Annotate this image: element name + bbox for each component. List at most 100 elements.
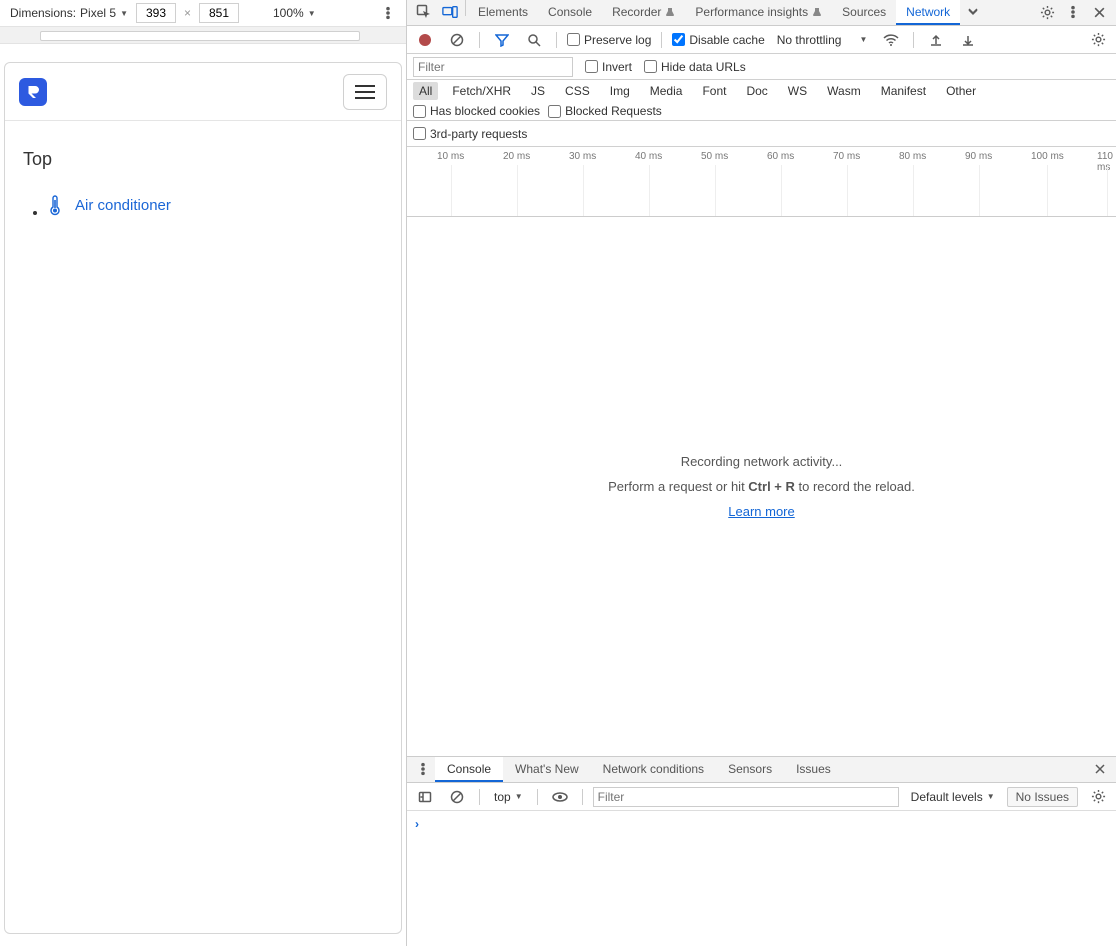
drawer-tab-console[interactable]: Console [435, 757, 503, 782]
toggle-device-icon[interactable] [437, 0, 463, 24]
divider [556, 32, 557, 48]
console-prompt-icon: › [415, 817, 419, 831]
network-timeline[interactable]: 10 ms20 ms30 ms40 ms50 ms60 ms70 ms80 ms… [407, 147, 1116, 217]
console-settings-gear-icon[interactable] [1086, 785, 1110, 809]
type-manifest[interactable]: Manifest [875, 82, 932, 100]
network-settings-gear-icon[interactable] [1086, 28, 1110, 52]
divider [479, 789, 480, 805]
log-levels-selector[interactable]: Default levels▼ [907, 788, 999, 806]
air-conditioner-link[interactable]: Air conditioner [47, 194, 171, 216]
drawer-tab-issues[interactable]: Issues [784, 757, 843, 782]
chevron-down-icon: ▼ [987, 792, 995, 801]
thermometer-icon [47, 194, 63, 216]
type-ws[interactable]: WS [782, 82, 813, 100]
timeline-tick: 80 ms [899, 151, 926, 162]
clear-console-icon[interactable] [445, 785, 469, 809]
network-filter-input[interactable] [413, 57, 573, 77]
divider [465, 0, 466, 16]
live-expression-icon[interactable] [548, 785, 572, 809]
devtools-drawer: Console What's New Network conditions Se… [407, 756, 1116, 946]
device-list: Air conditioner [21, 194, 385, 219]
drawer-tab-whats-new[interactable]: What's New [503, 757, 591, 782]
divider [479, 32, 480, 48]
type-img[interactable]: Img [604, 82, 636, 100]
drawer-tab-sensors[interactable]: Sensors [716, 757, 784, 782]
kebab-menu-icon[interactable] [1060, 0, 1086, 24]
type-media[interactable]: Media [644, 82, 689, 100]
type-font[interactable]: Font [696, 82, 732, 100]
timeline-tick: 60 ms [767, 151, 794, 162]
disable-cache-checkbox[interactable]: Disable cache [672, 33, 764, 47]
height-input[interactable] [199, 3, 239, 23]
tab-performance-insights[interactable]: Performance insights [685, 0, 832, 25]
console-sidebar-toggle-icon[interactable] [413, 785, 437, 809]
device-ruler[interactable] [0, 26, 406, 44]
network-conditions-icon[interactable] [879, 28, 903, 52]
type-other[interactable]: Other [940, 82, 982, 100]
app-logo-icon[interactable] [19, 78, 47, 106]
tab-network[interactable]: Network [896, 0, 960, 25]
more-tabs-icon[interactable] [960, 0, 986, 24]
width-input[interactable] [136, 3, 176, 23]
close-devtools-icon[interactable] [1086, 0, 1112, 24]
inspect-element-icon[interactable] [411, 0, 437, 24]
device-toolbar: Dimensions: Pixel 5 ▼ × 100% ▼ [0, 0, 406, 26]
tab-recorder[interactable]: Recorder [602, 0, 685, 25]
app-navbar [5, 63, 401, 121]
console-toolbar: top▼ Default levels▼ No Issues [407, 783, 1116, 811]
device-selector[interactable]: Dimensions: Pixel 5 ▼ [6, 4, 132, 22]
drawer-tab-network-conditions[interactable]: Network conditions [591, 757, 716, 782]
tab-elements[interactable]: Elements [468, 0, 538, 25]
console-filter-input[interactable] [593, 787, 899, 807]
throttling-selector[interactable]: No throttling▼ [773, 31, 872, 49]
hamburger-menu-button[interactable] [343, 74, 387, 110]
learn-more-link[interactable]: Learn more [728, 504, 794, 519]
preserve-log-checkbox[interactable]: Preserve log [567, 33, 651, 47]
tab-console[interactable]: Console [538, 0, 602, 25]
type-doc[interactable]: Doc [740, 82, 773, 100]
type-fetch-xhr[interactable]: Fetch/XHR [446, 82, 517, 100]
filter-toggle-icon[interactable] [490, 28, 514, 52]
kebab-menu-icon[interactable] [376, 1, 400, 25]
clear-icon[interactable] [445, 28, 469, 52]
third-party-checkbox[interactable]: 3rd-party requests [413, 127, 527, 141]
import-har-icon[interactable] [924, 28, 948, 52]
search-icon[interactable] [522, 28, 546, 52]
record-button[interactable] [413, 28, 437, 52]
settings-gear-icon[interactable] [1034, 0, 1060, 24]
type-css[interactable]: CSS [559, 82, 596, 100]
timeline-tick: 20 ms [503, 151, 530, 162]
times-label: × [184, 6, 191, 20]
zoom-selector[interactable]: 100% ▼ [269, 4, 320, 22]
chevron-down-icon: ▼ [515, 792, 523, 801]
drawer-tabbar: Console What's New Network conditions Se… [407, 757, 1116, 783]
export-har-icon[interactable] [956, 28, 980, 52]
device-emulation-pane: Dimensions: Pixel 5 ▼ × 100% ▼ [0, 0, 407, 946]
type-js[interactable]: JS [525, 82, 551, 100]
list-item: Air conditioner [47, 194, 385, 219]
network-filter-row: Invert Hide data URLs [407, 54, 1116, 80]
divider [913, 32, 914, 48]
console-body[interactable]: › [407, 811, 1116, 946]
hide-data-urls-checkbox[interactable]: Hide data URLs [644, 60, 746, 74]
divider [582, 789, 583, 805]
third-party-row: 3rd-party requests [407, 121, 1116, 147]
chevron-down-icon: ▼ [859, 35, 867, 44]
close-drawer-icon[interactable] [1088, 757, 1112, 781]
drawer-kebab-icon[interactable] [411, 757, 435, 781]
type-all[interactable]: All [413, 82, 438, 100]
type-wasm[interactable]: Wasm [821, 82, 867, 100]
timeline-tick: 40 ms [635, 151, 662, 162]
timeline-tick: 10 ms [437, 151, 464, 162]
context-selector[interactable]: top▼ [490, 788, 527, 806]
device-name: Pixel 5 [80, 6, 116, 20]
devtools-pane: Elements Console Recorder Performance in… [407, 0, 1116, 946]
invert-checkbox[interactable]: Invert [585, 60, 632, 74]
dimensions-label: Dimensions: [10, 6, 76, 20]
devtools-tabbar: Elements Console Recorder Performance in… [407, 0, 1116, 26]
divider [661, 32, 662, 48]
blocked-requests-checkbox[interactable]: Blocked Requests [548, 104, 662, 118]
tab-sources[interactable]: Sources [832, 0, 896, 25]
no-issues-badge[interactable]: No Issues [1007, 787, 1078, 807]
blocked-cookies-checkbox[interactable]: Has blocked cookies [413, 104, 540, 118]
